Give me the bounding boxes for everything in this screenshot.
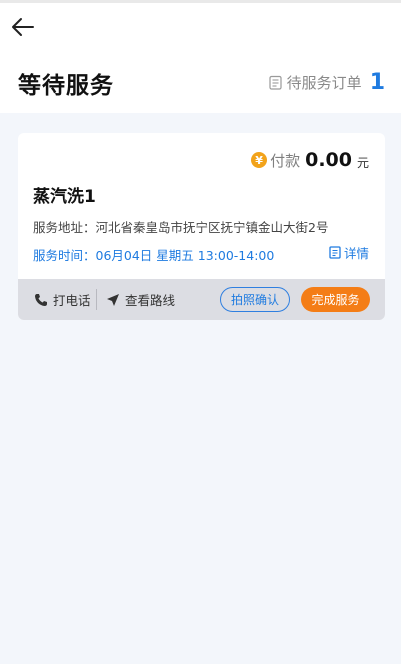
view-route-button[interactable]: 查看路线 (106, 279, 175, 320)
service-address: 服务地址：河北省秦皇岛市抚宁区抚宁镇金山大街2号 (33, 220, 329, 235)
pending-orders-count: 1 (369, 69, 385, 95)
detail-label: 详情 (343, 245, 369, 261)
action-divider (96, 289, 97, 310)
document-icon (329, 245, 341, 259)
photo-confirm-button[interactable]: 拍照确认 (220, 287, 290, 312)
call-button[interactable]: 打电话 (34, 279, 91, 320)
order-card: ¥ 付款 0.00 元 蒸汽洗1 服务地址：河北省秦皇岛市抚宁区抚宁镇金山大街2… (18, 133, 385, 320)
payment-info: ¥ 付款 0.00 元 (251, 147, 369, 173)
detail-link[interactable]: 详情 (329, 243, 369, 261)
action-bar: 打电话 查看路线 拍照确认 完成服务 (18, 279, 385, 320)
pending-orders: 待服务订单 1 (269, 67, 385, 97)
clipboard-icon (269, 74, 283, 90)
service-time: 服务时间：06月04日 星期五 13:00-14:00 (33, 248, 275, 263)
phone-icon (35, 293, 47, 306)
pending-orders-label: 待服务订单 (286, 73, 362, 92)
page-title: 等待服务 (18, 73, 114, 99)
payment-unit: 元 (356, 156, 369, 170)
complete-service-button[interactable]: 完成服务 (301, 287, 370, 312)
view-route-label: 查看路线 (125, 293, 176, 308)
arrow-left-icon (12, 18, 34, 36)
call-label: 打电话 (53, 293, 91, 308)
yen-coin-icon: ¥ (251, 152, 268, 168)
payment-label: 付款 (270, 151, 301, 170)
service-name: 蒸汽洗1 (33, 187, 96, 207)
navigation-arrow-icon (107, 293, 119, 306)
back-button[interactable] (10, 15, 36, 39)
payment-amount: 0.00 (305, 149, 352, 171)
page-header: 等待服务 待服务订单 1 (0, 3, 401, 113)
